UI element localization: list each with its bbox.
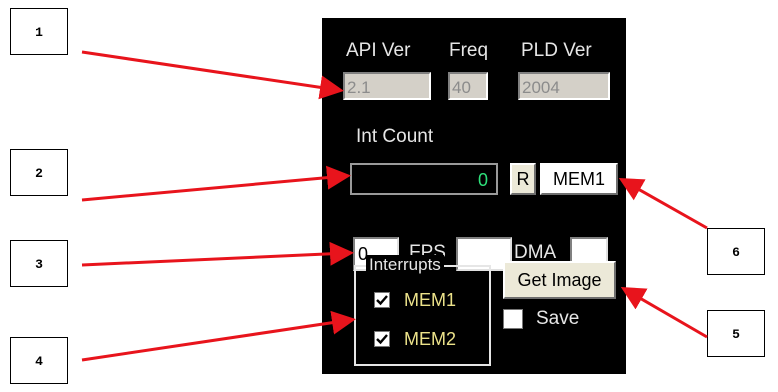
arrow-3 <box>81 241 354 267</box>
annotation-arrows <box>81 50 708 362</box>
arrow-4 <box>81 310 356 362</box>
arrow-5 <box>620 286 708 339</box>
arrow-6 <box>618 178 708 230</box>
arrow-2 <box>81 165 351 202</box>
arrow-1 <box>81 50 344 100</box>
